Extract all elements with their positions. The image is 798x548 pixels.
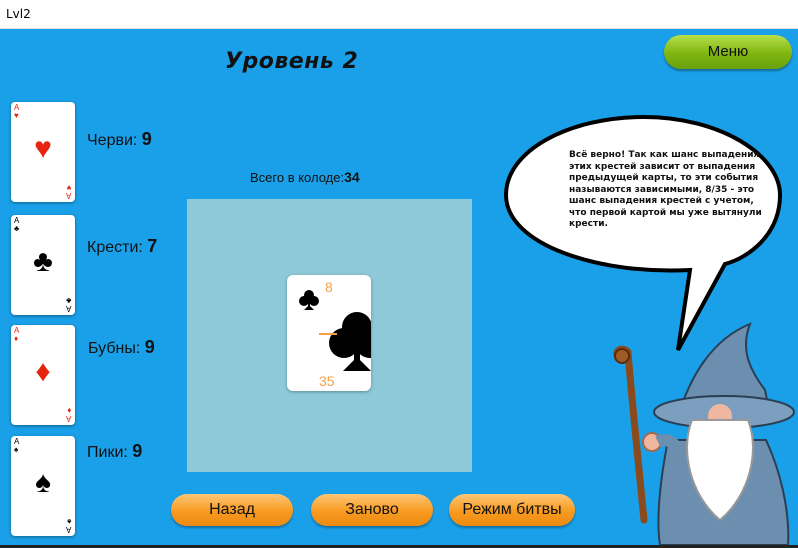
card-corner: A ♠ <box>65 517 71 534</box>
drawn-card: 8 35 <box>287 275 371 391</box>
clubs-label: Крести: 7 <box>87 236 158 256</box>
card-corner: A ♦ <box>65 406 71 423</box>
back-button[interactable]: Назад <box>171 494 293 526</box>
club-icon: ♣ <box>33 245 53 278</box>
card-corner: A ♠ <box>14 437 20 454</box>
diamonds-label: Бубны: 9 <box>88 337 155 357</box>
window-titlebar: Lvl2 <box>0 0 798 29</box>
probability-denominator: 35 <box>319 373 335 389</box>
level-title: Уровень 2 <box>225 49 359 74</box>
spade-icon: ♠ <box>35 466 51 499</box>
heart-icon: ♥ <box>34 132 52 165</box>
play-table: 8 35 <box>187 199 472 472</box>
clubs-card: A ♣ ♣ A ♣ <box>11 215 75 315</box>
card-corner: A ♣ <box>14 216 20 233</box>
card-corner: A ♣ <box>65 296 71 313</box>
speech-text: Всё верно! Так как шанс выпадения этих к… <box>569 150 762 229</box>
restart-button[interactable]: Заново <box>311 494 433 526</box>
hearts-label: Черви: 9 <box>87 129 152 149</box>
card-corner: A ♦ <box>14 326 20 343</box>
spades-card: A ♠ ♠ A ♠ <box>11 436 75 536</box>
spades-label: Пики: 9 <box>87 441 143 461</box>
probability-numerator: 8 <box>325 279 333 295</box>
wizard-icon <box>613 322 795 545</box>
battle-mode-button[interactable]: Режим битвы <box>449 494 575 526</box>
deck-count: Всего в колоде:34 <box>250 169 360 185</box>
card-corner: A ♥ <box>14 103 20 120</box>
menu-button[interactable]: Меню <box>664 35 792 69</box>
card-corner: A ♥ <box>65 183 71 200</box>
hearts-card: A ♥ ♥ A ♥ <box>11 102 75 202</box>
diamond-icon: ♦ <box>35 355 51 388</box>
window-title: Lvl2 <box>6 7 31 21</box>
diamonds-card: A ♦ ♦ A ♦ <box>11 325 75 425</box>
